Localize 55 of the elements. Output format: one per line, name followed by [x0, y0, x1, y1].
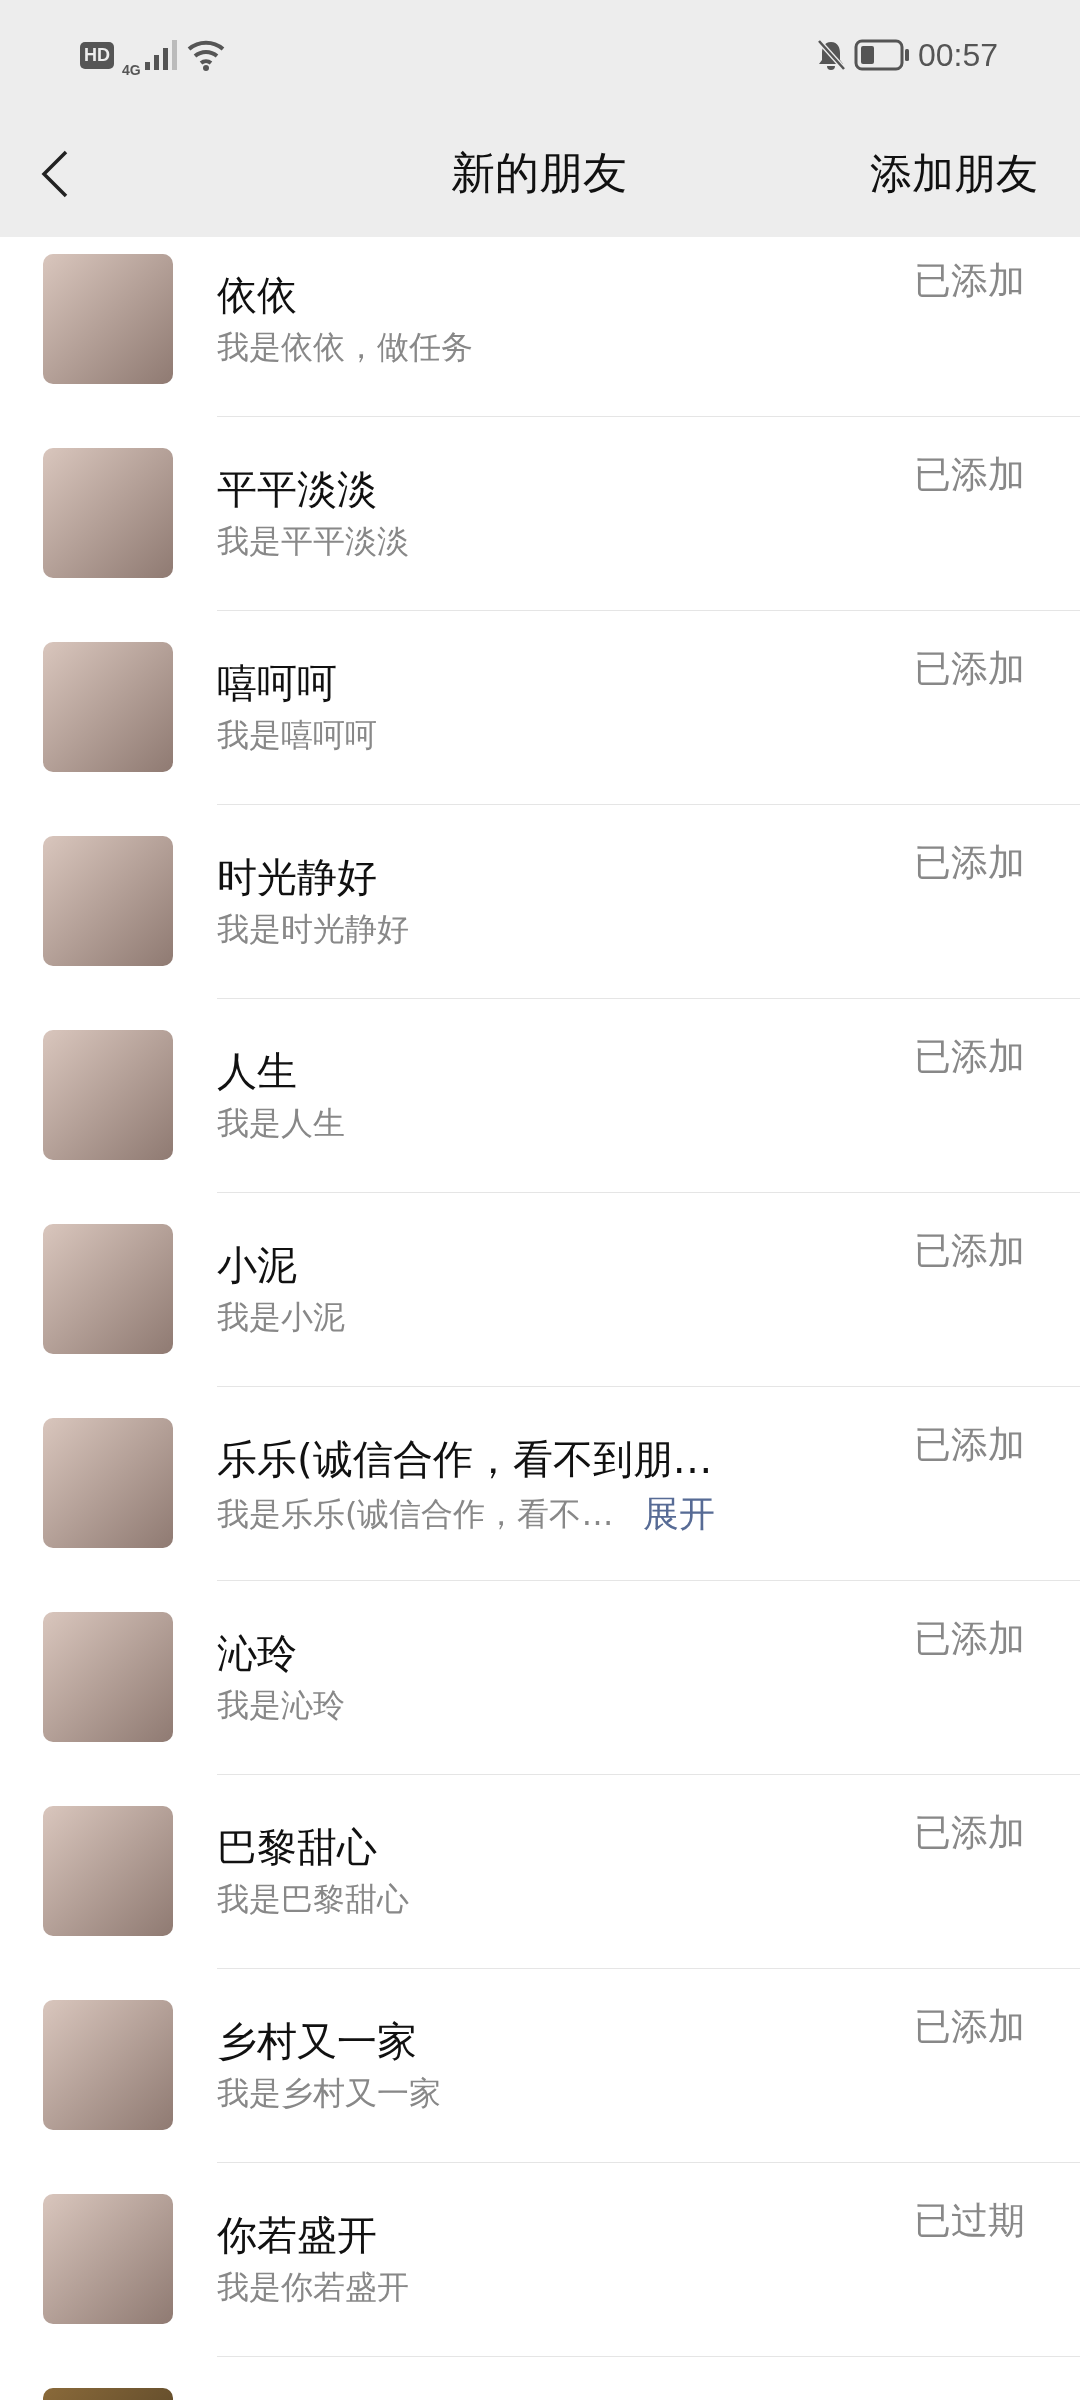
request-message: 我是人生 — [217, 1103, 345, 1144]
clock-time: 00:57 — [917, 36, 998, 74]
request-status: 已添加 — [914, 1034, 1025, 1080]
request-status: 已添加 — [914, 452, 1025, 498]
request-message: 我是嘻呵呵 — [217, 715, 377, 756]
request-message: 我是依依，做任务 — [217, 327, 473, 368]
friend-name: 你若盛开 — [217, 2211, 378, 2260]
friend-name: 小泥 — [217, 1241, 298, 1290]
hd-indicator: HD — [80, 41, 114, 69]
friend-request-item[interactable]: 巴黎甜心 我是巴黎甜心 已添加 — [0, 1774, 1080, 1968]
friend-name: 巴黎甜心 — [217, 1823, 378, 1872]
request-message: 我是沁玲 — [217, 1685, 345, 1726]
request-status: 已添加 — [914, 1228, 1025, 1274]
friend-name: 时光静好 — [217, 853, 378, 902]
request-status: 已添加 — [914, 258, 1025, 304]
request-status: 已添加 — [914, 2004, 1025, 2050]
friend-request-item[interactable]: 乐乐(诚信合作，看不到朋… 我是乐乐(诚信合作，看不… 展开 已添加 — [0, 1386, 1080, 1580]
friend-request-item[interactable]: 沁玲 我是沁玲 已添加 — [0, 1580, 1080, 1774]
friend-name: 依依 — [217, 271, 298, 320]
friend-name: 沁玲 — [217, 1629, 298, 1678]
request-status: 已过期 — [914, 2198, 1025, 2244]
battery-icon — [853, 39, 910, 71]
signal-icon — [144, 40, 179, 70]
friend-request-item[interactable]: 乡村又一家 我是乡村又一家 已添加 — [0, 1968, 1080, 2162]
friend-request-item[interactable]: 你若盛开 我是你若盛开 已过期 — [0, 2162, 1080, 2356]
request-status: 已添加 — [914, 1422, 1025, 1468]
request-message: 我是时光静好 — [217, 909, 409, 950]
request-status: 已添加 — [914, 646, 1025, 692]
wifi-icon — [186, 39, 227, 71]
mute-bell-icon — [815, 39, 846, 71]
friend-request-item[interactable]: 依依 我是依依，做任务 已添加 — [0, 237, 1080, 416]
page-title: 新的朋友 — [451, 146, 627, 200]
friend-request-item[interactable]: 人生 我是人生 已添加 — [0, 998, 1080, 1192]
friend-request-item[interactable]: 平平淡淡 我是平平淡淡 已添加 — [0, 416, 1080, 610]
friend-name: 乐乐(诚信合作，看不到朋… — [217, 1435, 714, 1484]
friend-name: 平平淡淡 — [217, 465, 378, 514]
request-message: 我是你若盛开 — [217, 2267, 409, 2308]
request-status: 已添加 — [914, 840, 1025, 886]
back-icon[interactable] — [40, 148, 70, 199]
friend-request-item[interactable]: 时光静好 我是时光静好 已添加 — [0, 804, 1080, 998]
request-status: 已添加 — [914, 1810, 1025, 1856]
network-type: 4G — [122, 62, 141, 78]
expand-link[interactable]: 展开 — [643, 1490, 716, 1539]
request-message: 我是平平淡淡 — [217, 521, 409, 562]
friend-request-item[interactable]: 嘻呵呵 我是嘻呵呵 已添加 — [0, 610, 1080, 804]
request-message: 我是巴黎甜心 — [217, 1879, 409, 1920]
add-friends-link[interactable]: 添加朋友 — [870, 145, 1038, 202]
request-message: 我是小泥 — [217, 1297, 345, 1338]
request-status: 已添加 — [914, 1616, 1025, 1662]
friend-name: 人生 — [217, 1047, 298, 1096]
friend-name: 乡村又一家 — [217, 2017, 418, 2066]
friend-request-item[interactable]: 小泥 我是小泥 已添加 — [0, 1192, 1080, 1386]
friend-name: 嘻呵呵 — [217, 659, 338, 708]
request-message: 我是乐乐(诚信合作，看不… — [217, 1493, 614, 1535]
request-message: 我是乡村又一家 — [217, 2073, 441, 2114]
